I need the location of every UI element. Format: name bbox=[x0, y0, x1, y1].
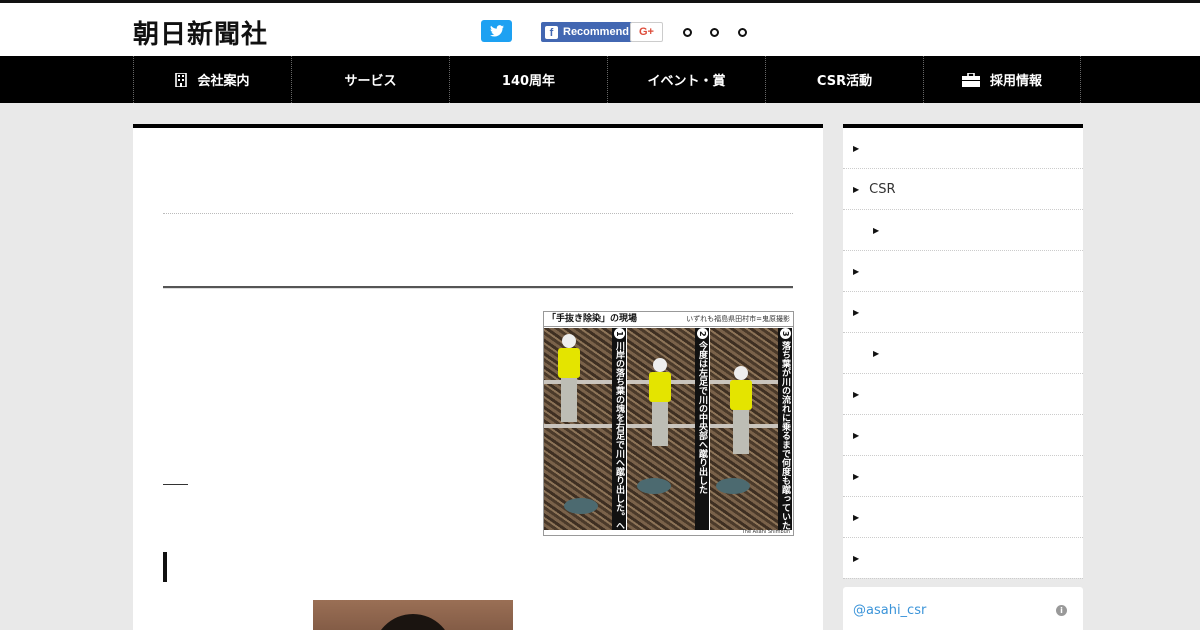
photo-credit: The Asahi Shimbun bbox=[741, 529, 790, 535]
twitter-widget: @asahi_csr i bbox=[843, 587, 1083, 630]
share-dot-1[interactable] bbox=[683, 28, 692, 37]
facebook-recommend-button[interactable]: f Recommend bbox=[541, 22, 633, 42]
top-header: 朝日新聞社 f Recommend G+ bbox=[0, 0, 1200, 56]
site-logo[interactable]: 朝日新聞社 bbox=[133, 14, 268, 51]
sidebar-item[interactable]: ▶ bbox=[843, 456, 1083, 497]
short-rule bbox=[163, 484, 188, 485]
nav-label: 採用情報 bbox=[989, 74, 1042, 89]
sidebar-item-csr[interactable]: ▶ CSR bbox=[843, 169, 1083, 210]
nav-item-company[interactable]: 会社案内 bbox=[133, 56, 291, 103]
nav-item-events[interactable]: イベント・賞 bbox=[607, 56, 765, 103]
twitter-share-button[interactable] bbox=[481, 20, 512, 42]
sidebar-item[interactable]: ▶ bbox=[843, 128, 1083, 169]
article-photo[interactable]: 「手抜き除染」の現場 いずれも福島県田村市=鬼原撮影 1川岸の落ち葉の塊を右足で… bbox=[543, 311, 794, 536]
share-dot-2[interactable] bbox=[710, 28, 719, 37]
facebook-icon: f bbox=[545, 25, 558, 39]
caret-right-icon: ▶ bbox=[853, 266, 860, 276]
photo-title: 「手抜き除染」の現場 bbox=[547, 314, 638, 324]
nav-label: 140周年 bbox=[501, 74, 556, 89]
nav-label: イベント・賞 bbox=[647, 74, 726, 89]
caret-right-icon: ▶ bbox=[853, 512, 860, 522]
sidebar-item[interactable]: ▶ bbox=[843, 251, 1083, 292]
divider bbox=[163, 213, 793, 214]
nav-label: サービス bbox=[344, 74, 397, 89]
briefcase-icon bbox=[961, 72, 980, 87]
nav-label: CSR活動 bbox=[816, 74, 873, 89]
photo-panel-1: 1川岸の落ち葉の塊を右足で川へ蹴り出した。ヘルメットのピンクのラインは現場責任者… bbox=[544, 328, 626, 530]
photo-subtitle: いずれも福島県田村市=鬼原撮影 bbox=[686, 315, 790, 323]
sidebar-subitem[interactable]: ▶ bbox=[843, 333, 1083, 374]
portrait-photo bbox=[313, 600, 513, 630]
photo-panel-3: 3落ち葉が川の流れに乗るまで何度も蹴っていた bbox=[710, 328, 792, 530]
sidebar-item[interactable]: ▶ bbox=[843, 374, 1083, 415]
photo-caption-2: 2今度は左足で川の中央部へ蹴り出した bbox=[695, 328, 709, 530]
info-icon[interactable]: i bbox=[1056, 605, 1067, 616]
sidebar-item[interactable]: ▶ bbox=[843, 415, 1083, 456]
caret-right-icon: ▶ bbox=[853, 471, 860, 481]
nav-item-csr[interactable]: CSR活動 bbox=[765, 56, 923, 103]
sidebar-item[interactable]: ▶ bbox=[843, 538, 1083, 579]
share-dot-3[interactable] bbox=[738, 28, 747, 37]
sidebar-item[interactable]: ▶ bbox=[843, 292, 1083, 333]
building-icon bbox=[175, 72, 188, 87]
nav-item-140th[interactable]: 140周年 bbox=[449, 56, 607, 103]
caret-right-icon: ▶ bbox=[853, 143, 860, 153]
photo-caption-3: 3落ち葉が川の流れに乗るまで何度も蹴っていた bbox=[778, 328, 792, 530]
nav-label: 会社案内 bbox=[197, 74, 250, 89]
main-content: 「手抜き除染」の現場 いずれも福島県田村市=鬼原撮影 1川岸の落ち葉の塊を右足で… bbox=[133, 124, 823, 630]
twitter-bird-icon bbox=[489, 25, 504, 37]
facebook-recommend-label: Recommend bbox=[563, 26, 630, 38]
photo-caption-header: 「手抜き除染」の現場 いずれも福島県田村市=鬼原撮影 bbox=[544, 312, 793, 327]
photo-panel-2: 2今度は左足で川の中央部へ蹴り出した bbox=[627, 328, 709, 530]
caret-right-icon: ▶ bbox=[853, 553, 860, 563]
sidebar-menu: ▶ ▶ CSR ▶ ▶ ▶ ▶ ▶ ▶ ▶ ▶ ▶ bbox=[843, 124, 1083, 579]
sidebar-subitem[interactable]: ▶ bbox=[843, 210, 1083, 251]
nav-item-services[interactable]: サービス bbox=[291, 56, 449, 103]
caret-right-icon: ▶ bbox=[873, 348, 880, 358]
section-heading-marker bbox=[163, 552, 167, 582]
global-nav: 会社案内 サービス 140周年 イベント・賞 CSR活動 採用情報 bbox=[0, 56, 1200, 103]
caret-right-icon: ▶ bbox=[853, 389, 860, 399]
photo-caption-1: 1川岸の落ち葉の塊を右足で川へ蹴り出した。ヘルメットのピンクのラインは現場責任者… bbox=[612, 328, 626, 530]
twitter-handle-link[interactable]: @asahi_csr bbox=[853, 603, 926, 618]
sidebar-item[interactable]: ▶ bbox=[843, 497, 1083, 538]
caret-right-icon: ▶ bbox=[853, 430, 860, 440]
divider bbox=[163, 286, 793, 289]
googleplus-share-button[interactable]: G+ bbox=[630, 22, 663, 42]
caret-right-icon: ▶ bbox=[873, 225, 880, 235]
caret-right-icon: ▶ bbox=[853, 307, 860, 317]
caret-right-icon: ▶ bbox=[853, 184, 860, 194]
nav-item-recruit[interactable]: 採用情報 bbox=[923, 56, 1081, 103]
